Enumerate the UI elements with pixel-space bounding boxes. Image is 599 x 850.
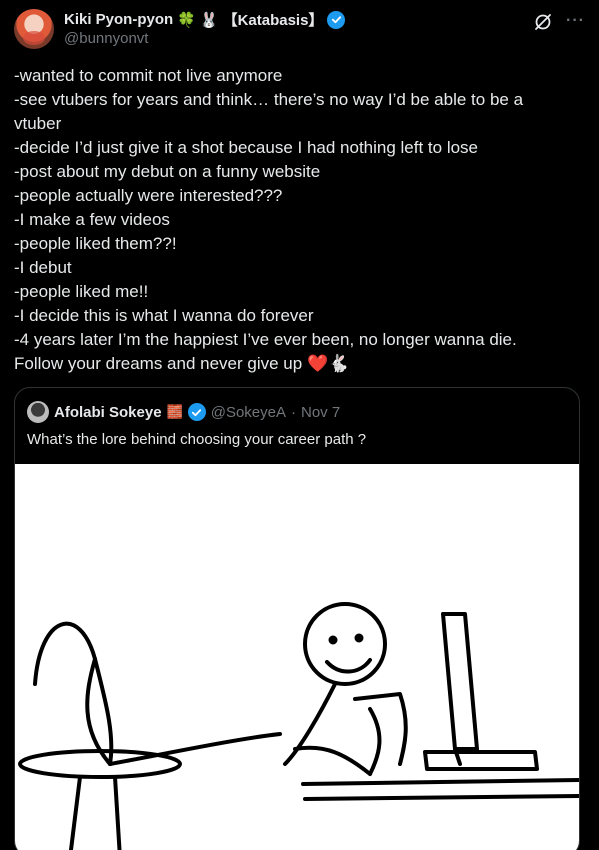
tweet-line: -post about my debut on a funny website — [14, 162, 321, 181]
tweet-line: -I make a few videos — [14, 210, 170, 229]
clover-emoji-icon: 🍀 — [177, 10, 196, 29]
tweet-line: -see vtubers for years and think… there’… — [14, 90, 524, 109]
tweet-line: -I debut — [14, 258, 72, 277]
tweet-line: -4 years later I’m the happiest I’ve eve… — [14, 330, 517, 349]
keyboard — [423, 750, 539, 771]
author-name-row[interactable]: Kiki Pyon-pyon 🍀 🐰 【Katabasis】 — [64, 9, 346, 30]
grok-icon[interactable] — [533, 12, 553, 32]
quoted-author-handle[interactable]: @SokeyeA — [211, 404, 286, 421]
quoted-tweet-date[interactable]: Nov 7 — [301, 404, 340, 421]
tweet-line: -people liked me!! — [14, 282, 149, 301]
tweet-line: -decide I’d just give it a shot because … — [14, 138, 479, 157]
author-avatar[interactable] — [14, 9, 54, 49]
tweet-line: -wanted to commit not live anymore — [14, 66, 283, 85]
brick-emoji-icon: 🧱 — [166, 404, 183, 420]
tweet-line: -people liked them??! — [14, 234, 177, 253]
tweet-line-final: Follow your dreams and never give up ❤️🐇 — [14, 352, 584, 376]
author-tag: 【Katabasis】 — [222, 12, 324, 29]
tweet-line-text: Follow your dreams and never give up — [14, 354, 303, 373]
tweet-header: Kiki Pyon-pyon 🍀 🐰 【Katabasis】 @bunnyonv… — [14, 9, 585, 53]
noose-loop — [33, 621, 114, 766]
tweet-line: -I decide this is what I wanna do foreve… — [14, 306, 314, 325]
quoted-tweet-header: Afolabi Sokeye 🧱 @SokeyeA · Nov 7 — [27, 401, 340, 423]
monitor — [441, 612, 479, 751]
more-options-icon[interactable]: ··· — [566, 12, 585, 30]
tweet-line: vtuber — [14, 114, 62, 133]
tweet-body: -wanted to commit not live anymore -see … — [14, 64, 584, 376]
red-heart-emoji-icon: ❤️ — [306, 354, 329, 374]
quoted-tweet[interactable]: Afolabi Sokeye 🧱 @SokeyeA · Nov 7 What’s… — [14, 387, 580, 850]
stick-figure-drawing — [18, 602, 579, 850]
bunny-emoji-icon: 🐰 — [199, 10, 219, 29]
quoted-tweet-text: What’s the lore behind choosing your car… — [27, 431, 367, 448]
quoted-tweet-image[interactable] — [15, 464, 579, 850]
rabbit-emoji-icon: 🐇 — [328, 354, 350, 374]
quoted-author-avatar[interactable] — [27, 401, 49, 423]
quoted-author-name[interactable]: Afolabi Sokeye — [54, 404, 162, 421]
desk — [301, 778, 579, 786]
verified-badge-icon[interactable] — [327, 10, 346, 29]
author-handle[interactable]: @bunnyonvt — [64, 30, 148, 47]
author-name[interactable]: Kiki Pyon-pyon — [64, 11, 173, 28]
verified-badge-icon[interactable] — [187, 403, 206, 421]
meta-separator: · — [291, 403, 296, 421]
tweet-line: -people actually were interested??? — [14, 186, 283, 205]
